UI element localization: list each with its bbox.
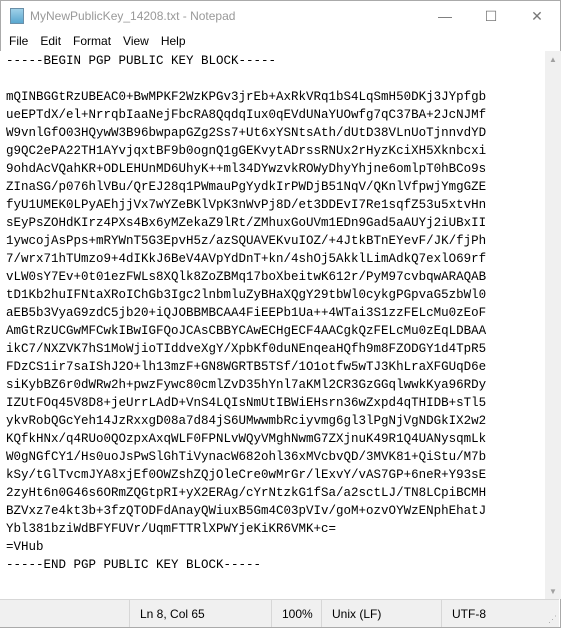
text-line: W0gNGfCY1/Hs0uoJsPwSlGhTiVynacW682ohl36x… — [6, 450, 487, 464]
text-line: =VHub — [6, 540, 44, 554]
text-line: ykvRobQGcYeh14JzRxxgD08a7d84jS6UMwwmbRci… — [6, 414, 487, 428]
menu-format[interactable]: Format — [67, 34, 117, 48]
line-ending: Unix (LF) — [321, 600, 441, 627]
text-line: tD1Kb2huIFNtaXRoIChGb3Igc2lnbmluZyBHaXQg… — [6, 288, 487, 302]
text-line: -----BEGIN PGP PUBLIC KEY BLOCK----- — [6, 54, 277, 68]
text-line: aEB5b3VyaG9zdC5jb20+iQJOBBMBCAA4FiEEPb1U… — [6, 306, 487, 320]
maximize-button[interactable]: ☐ — [468, 1, 514, 31]
text-line: siKybBZ6r0dWRw2h+pwzFywc80cmlZvD35hYnl7a… — [6, 378, 487, 392]
text-editor[interactable]: -----BEGIN PGP PUBLIC KEY BLOCK----- mQIN… — [0, 51, 543, 599]
menu-file[interactable]: File — [3, 34, 34, 48]
text-line: 2zyHt6n0G46s6ORmZQGtpRI+yX2ERAg/cYrNtzkG… — [6, 486, 487, 500]
text-line: Ybl381bziWdBFYFUVr/UqmFTTRlXPWYjeKiKR6VM… — [6, 522, 337, 536]
menu-view[interactable]: View — [117, 34, 155, 48]
menu-help[interactable]: Help — [155, 34, 192, 48]
text-line: AmGtRzUCGwMFCwkIBwIGFQoJCAsCBBYCAwECHgEC… — [6, 324, 487, 338]
vertical-scrollbar[interactable]: ▲ ▼ — [545, 51, 561, 599]
scroll-up-arrow-icon[interactable]: ▲ — [545, 51, 561, 67]
text-line: g9QC2ePA22TH1AYvjqxtBF9b0ognQ1gGEKvytADr… — [6, 144, 487, 158]
scroll-down-arrow-icon[interactable]: ▼ — [545, 583, 561, 599]
close-button[interactable]: ✕ — [514, 1, 560, 31]
menu-edit[interactable]: Edit — [34, 34, 67, 48]
text-line: BZVxz7e4kt3b+3fzQTODFdAnayQWiuxB5Gm4C03p… — [6, 504, 487, 518]
text-line: 9ohdAcVQahKR+ODLEHUnMD6UhyK++ml34DYwzvkR… — [6, 162, 487, 176]
cursor-position: Ln 8, Col 65 — [129, 600, 271, 627]
minimize-button[interactable]: — — [422, 1, 468, 31]
text-line: vLW0sY7Ev+0t01ezFWLs8XQlk8ZoZBMq17boXbei… — [6, 270, 487, 284]
text-line: FDzCS1ir7saIShJ2O+lh13mzF+GN8WGRTB5TSf/1… — [6, 360, 487, 374]
menu-bar: File Edit Format View Help — [1, 31, 560, 51]
text-line: mQINBGGtRzUBEAC0+BwMPKF2WzKPGv3jrEb+AxRk… — [6, 90, 487, 104]
resize-grip-icon[interactable]: ⋰ — [548, 614, 557, 625]
zoom-level: 100% — [271, 600, 321, 627]
window-title: MyNewPublicKey_14208.txt - Notepad — [30, 9, 236, 23]
text-line: 1ywcojAsPps+mRYWnT5G3EpvH5z/azSQUAVEKvuI… — [6, 234, 487, 248]
status-bar: Ln 8, Col 65 100% Unix (LF) UTF-8 ⋰ — [0, 599, 559, 627]
text-line: IZUtFOq45V8D8+jeUrrLAdD+VnS4LQIsNmUtIBWi… — [6, 396, 487, 410]
notepad-icon — [10, 8, 24, 24]
editor-content[interactable]: -----BEGIN PGP PUBLIC KEY BLOCK----- mQIN… — [0, 51, 543, 574]
title-bar[interactable]: MyNewPublicKey_14208.txt - Notepad — ☐ ✕ — [1, 1, 560, 31]
text-line: ikC7/NXZVK7hS1MoWjioTIddveXgY/XpbKf0duNE… — [6, 342, 487, 356]
text-line: fyU1UMEK0LPyAEhjjVx7wYZeBKlVpK3nWvPj8D/e… — [6, 198, 487, 212]
text-line: ueEPTdX/el+NrrqbIaaNejFbcRA8QqdqIux0qEVd… — [6, 108, 487, 122]
text-line: -----END PGP PUBLIC KEY BLOCK----- — [6, 558, 262, 572]
text-line: KQfkHNx/q4RUo0QOzpxAxqWLF0FPNLvWQyVMghNw… — [6, 432, 487, 446]
text-line: ZInaSG/p076hlVBu/QrEJ28q1PWmauPgYydkIrPW… — [6, 180, 487, 194]
text-line: kSy/tGlTvcmJYA8xjEf0OWZshZQjOleCre0wMrGr… — [6, 468, 487, 482]
text-line — [6, 70, 543, 88]
encoding: UTF-8 — [441, 600, 559, 627]
text-line: sEyPsZOHdKIrz4PXs4Bx6yMZekaZ9lRt/ZMhuxGo… — [6, 216, 487, 230]
text-line: 7/wrx71hTUmzo9+4dIKkJ6BeV4AVpYdDnT+kn/4s… — [6, 252, 487, 266]
text-line: W9vnlGfO03HQywW3B96bwpapGZg2Ss7+Ut6xYSNt… — [6, 126, 487, 140]
